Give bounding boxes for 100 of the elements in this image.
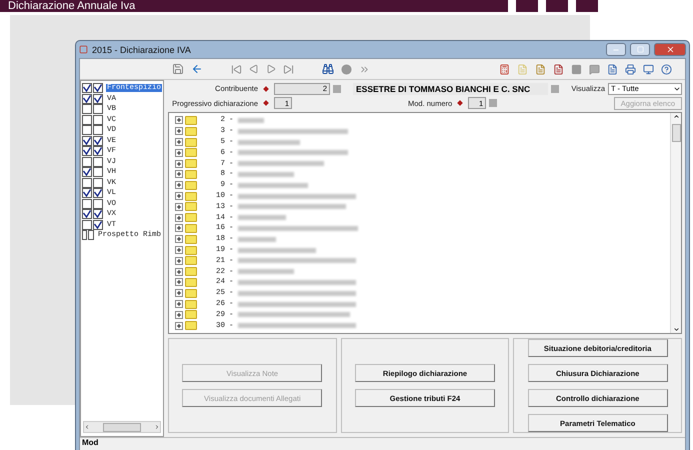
- back-arrow-icon[interactable]: [191, 63, 203, 75]
- folder-icon: [185, 321, 197, 330]
- checkbox[interactable]: [82, 156, 92, 167]
- app-icon: [79, 45, 88, 54]
- scroll-left-icon[interactable]: [84, 424, 90, 430]
- window-title: 2015 - Dichiarazione IVA: [92, 44, 192, 54]
- checkbox[interactable]: [93, 136, 103, 146]
- folder-icon: [185, 234, 197, 244]
- expand-icon[interactable]: [175, 192, 183, 200]
- scroll-down-icon[interactable]: [672, 326, 680, 333]
- expand-icon[interactable]: [175, 127, 183, 136]
- expand-icon[interactable]: [175, 322, 183, 330]
- checkbox[interactable]: [93, 83, 103, 94]
- folder-icon: [185, 300, 197, 308]
- checkbox[interactable]: [93, 188, 103, 198]
- expand-icon[interactable]: [175, 138, 183, 146]
- checkbox[interactable]: [88, 230, 94, 240]
- checkbox[interactable]: [82, 94, 92, 104]
- save-icon[interactable]: [172, 63, 184, 75]
- help-icon[interactable]: [661, 64, 672, 74]
- scroll-right-icon[interactable]: [154, 424, 160, 430]
- expand-icon[interactable]: [175, 160, 183, 168]
- folder-icon: [185, 180, 197, 190]
- minimize-button[interactable]: [606, 43, 626, 56]
- expand-icon[interactable]: [175, 289, 183, 298]
- monitor-icon[interactable]: [643, 64, 654, 74]
- checkbox[interactable]: [93, 146, 103, 156]
- checkbox[interactable]: [82, 146, 92, 156]
- checkbox[interactable]: [82, 220, 92, 230]
- checkbox[interactable]: [93, 209, 103, 220]
- folder-icon: [185, 170, 197, 179]
- vertical-scrollbar[interactable]: [670, 113, 681, 333]
- checkbox[interactable]: [82, 198, 92, 209]
- expand-icon[interactable]: [175, 278, 183, 286]
- binoculars-icon[interactable]: [322, 63, 334, 75]
- close-icon[interactable]: [666, 45, 674, 54]
- folder-icon: [185, 267, 197, 276]
- folder-icon: [185, 116, 197, 125]
- checkbox[interactable]: [93, 156, 103, 167]
- folder-icon: [185, 224, 197, 233]
- expand-icon[interactable]: [175, 235, 183, 244]
- next-icon[interactable]: [266, 64, 276, 74]
- checkbox[interactable]: [93, 178, 103, 188]
- folder-icon: [185, 213, 197, 222]
- folder-icon: [185, 148, 197, 158]
- folder-icon: [185, 256, 197, 266]
- folder-icon: [185, 246, 197, 255]
- expand-icon[interactable]: [175, 214, 183, 222]
- scroll-up-icon[interactable]: [672, 113, 680, 120]
- expand-icon[interactable]: [175, 268, 183, 276]
- company-name: ESSETRE DI TOMMASO BIANCHI E C. SNC: [353, 82, 548, 95]
- checkbox[interactable]: [93, 220, 103, 230]
- blurred-name: [238, 269, 294, 274]
- expand-icon[interactable]: [175, 256, 183, 265]
- checkbox[interactable]: [93, 125, 103, 136]
- expand-icon[interactable]: [175, 181, 183, 190]
- expand-icon[interactable]: [175, 148, 183, 157]
- horizontal-scrollbar[interactable]: [83, 421, 161, 433]
- status-text: Mod: [81, 438, 100, 449]
- blurred-name: [238, 236, 276, 242]
- expand-icon[interactable]: [175, 310, 183, 319]
- maximize-button[interactable]: [630, 43, 650, 56]
- expand-icon[interactable]: [175, 202, 183, 211]
- blurred-name: [238, 140, 300, 145]
- checkbox[interactable]: [93, 114, 103, 125]
- expand-icon[interactable]: [175, 246, 183, 254]
- checkbox[interactable]: [82, 209, 92, 220]
- blurred-name: [238, 172, 294, 177]
- document-icon[interactable]: [535, 64, 546, 74]
- checkbox[interactable]: [82, 167, 92, 178]
- scroll-thumb[interactable]: [672, 124, 680, 142]
- expand-icon[interactable]: [175, 170, 183, 178]
- checkbox[interactable]: [82, 114, 92, 125]
- required-marker: [457, 100, 464, 106]
- folder-icon: [185, 310, 197, 320]
- last-record-icon[interactable]: [283, 64, 294, 74]
- expand-icon[interactable]: [175, 224, 183, 232]
- checkbox[interactable]: [82, 230, 88, 240]
- checkbox[interactable]: [82, 125, 92, 136]
- report-icon[interactable]: [553, 64, 564, 74]
- blurred-name: [238, 215, 286, 220]
- previous-icon[interactable]: [249, 64, 259, 74]
- page-title: Dichiarazione Annuale Iva: [0, 0, 508, 12]
- checkbox[interactable]: [82, 188, 92, 198]
- checkbox[interactable]: [93, 94, 103, 104]
- expand-icon[interactable]: [175, 300, 183, 308]
- checkbox[interactable]: [93, 198, 103, 209]
- first-record-icon[interactable]: [231, 64, 242, 74]
- blurred-name: [238, 182, 308, 188]
- required-marker: [263, 100, 269, 106]
- checkbox[interactable]: [93, 167, 103, 178]
- checkbox[interactable]: [82, 136, 92, 146]
- scroll-thumb[interactable]: [103, 422, 141, 432]
- calculator-icon[interactable]: [499, 64, 510, 74]
- checkbox[interactable]: [82, 83, 92, 94]
- print-icon[interactable]: [625, 64, 636, 74]
- checkbox[interactable]: [82, 178, 92, 188]
- checkbox[interactable]: [93, 104, 103, 114]
- expand-icon[interactable]: [175, 116, 183, 124]
- checkbox[interactable]: [82, 104, 92, 114]
